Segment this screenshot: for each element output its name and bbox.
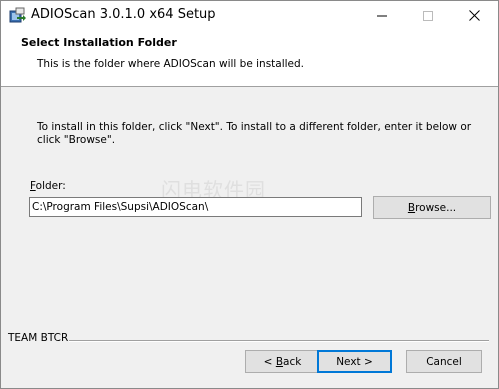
instructions-text: To install in this folder, click "Next".… — [37, 121, 472, 146]
minimize-icon — [377, 15, 387, 16]
back-prefix: < — [263, 355, 276, 368]
cancel-button[interactable]: Cancel — [406, 350, 482, 373]
browse-accesskey: B — [407, 201, 416, 214]
close-icon — [468, 10, 480, 21]
next-button[interactable]: Next > — [317, 350, 392, 373]
window-title: ADIOScan 3.0.1.0 x64 Setup — [31, 7, 216, 22]
page-subtitle: This is the folder where ADIOScan will b… — [37, 58, 305, 70]
setup-window: ADIOScan 3.0.1.0 x64 Setup Select Instal… — [0, 0, 499, 389]
footer-divider — [69, 340, 489, 342]
maximize-button[interactable] — [405, 1, 451, 30]
installer-icon — [9, 7, 26, 23]
back-label: ack — [283, 355, 302, 368]
header-banner: Select Installation Folder This is the f… — [1, 30, 498, 87]
page-title: Select Installation Folder — [21, 36, 177, 49]
minimize-button[interactable] — [359, 1, 405, 30]
folder-label: Folder: — [30, 180, 66, 192]
maximize-icon — [423, 10, 433, 21]
back-button[interactable]: < Back — [245, 350, 320, 373]
back-accesskey: B — [275, 355, 284, 368]
folder-path-input[interactable] — [29, 197, 362, 217]
close-button[interactable] — [451, 1, 497, 30]
brand-label: TEAM BTCR — [8, 332, 69, 344]
title-bar[interactable]: ADIOScan 3.0.1.0 x64 Setup — [1, 1, 498, 30]
folder-label-text: older: — [35, 180, 66, 192]
browse-button[interactable]: Browse... — [373, 196, 491, 219]
browse-label: rowse... — [415, 201, 457, 214]
